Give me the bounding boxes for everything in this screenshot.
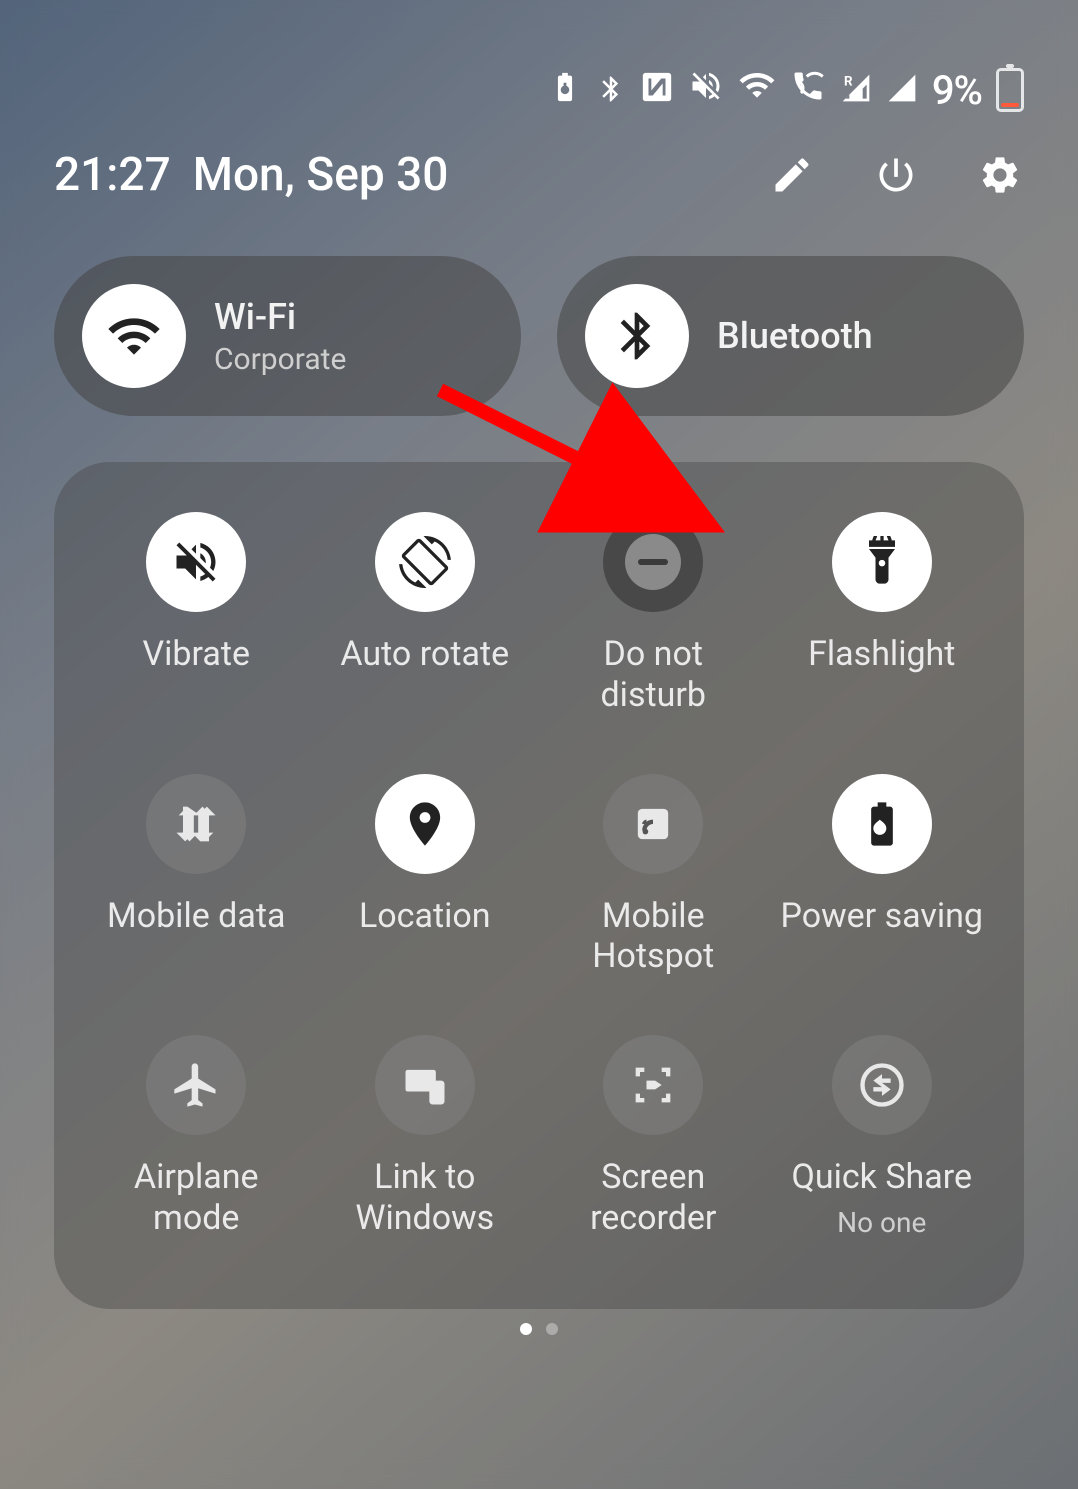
- vowifi-status-icon: [790, 67, 826, 114]
- bluetooth-title: Bluetooth: [717, 315, 873, 357]
- battery-percent: 9%: [932, 67, 982, 114]
- bluetooth-tile[interactable]: Bluetooth: [557, 256, 1024, 416]
- page-indicator[interactable]: [54, 1323, 1024, 1335]
- vibrate-tile[interactable]: Vibrate: [82, 512, 311, 716]
- vibrate-icon: [146, 512, 246, 612]
- wifi-tile[interactable]: Wi-Fi Corporate: [54, 256, 521, 416]
- dnd-label: Do not disturb: [548, 634, 758, 716]
- link-windows-icon: [375, 1035, 475, 1135]
- bluetooth-status-icon: [596, 67, 626, 114]
- dnd-icon: [603, 512, 703, 612]
- wifi-title: Wi-Fi: [214, 296, 346, 338]
- mobile-data-icon: [146, 774, 246, 874]
- bluetooth-icon: [585, 284, 689, 388]
- edit-button[interactable]: [768, 151, 816, 199]
- clock-date: Mon, Sep 30: [193, 148, 449, 202]
- flashlight-tile[interactable]: Flashlight: [768, 512, 997, 716]
- airplane-label: Airplane mode: [91, 1157, 301, 1239]
- signal-status-icon: [886, 67, 918, 114]
- mobile-hotspot-label: Mobile Hotspot: [548, 896, 758, 978]
- signal-r-status-icon: R: [840, 67, 872, 114]
- power-saving-label: Power saving: [780, 896, 983, 937]
- airplane-icon: [146, 1035, 246, 1135]
- power-saving-icon: [832, 774, 932, 874]
- quick-share-icon: [832, 1035, 932, 1135]
- dnd-tile[interactable]: Do not disturb: [539, 512, 768, 716]
- panel-header: 21:27 Mon, Sep 30: [54, 148, 1024, 202]
- wifi-icon: [82, 284, 186, 388]
- datetime: 21:27 Mon, Sep 30: [54, 148, 448, 202]
- mobile-data-label: Mobile data: [107, 896, 285, 937]
- page-dot-2: [546, 1323, 558, 1335]
- quick-share-sub: No one: [837, 1206, 926, 1239]
- battery-icon: [996, 68, 1024, 112]
- screen-recorder-tile[interactable]: Screen recorder: [539, 1035, 768, 1239]
- clock-time: 21:27: [54, 148, 171, 202]
- auto-rotate-icon: [375, 512, 475, 612]
- settings-button[interactable]: [976, 151, 1024, 199]
- quick-share-label: Quick Share: [791, 1157, 972, 1198]
- power-saving-tile[interactable]: Power saving: [768, 774, 997, 978]
- auto-rotate-tile[interactable]: Auto rotate: [311, 512, 540, 716]
- wifi-subtitle: Corporate: [214, 342, 346, 377]
- screen-recorder-icon: [603, 1035, 703, 1135]
- svg-text:R: R: [844, 74, 853, 89]
- wifi-status-icon: [738, 66, 776, 114]
- location-tile[interactable]: Location: [311, 774, 540, 978]
- power-button[interactable]: [872, 151, 920, 199]
- vibrate-label: Vibrate: [142, 634, 250, 675]
- page-dot-1: [520, 1323, 532, 1335]
- mobile-data-tile[interactable]: Mobile data: [82, 774, 311, 978]
- mobile-hotspot-icon: [603, 774, 703, 874]
- vibrate-status-icon: [688, 67, 724, 114]
- mobile-hotspot-tile[interactable]: Mobile Hotspot: [539, 774, 768, 978]
- nfc-status-icon: [640, 67, 674, 114]
- leaf-battery-icon: [548, 67, 582, 114]
- auto-rotate-label: Auto rotate: [340, 634, 509, 675]
- flashlight-icon: [832, 512, 932, 612]
- link-windows-tile[interactable]: Link to Windows: [311, 1035, 540, 1239]
- location-icon: [375, 774, 475, 874]
- quick-settings-grid: Vibrate Auto rotate Do not disturb Flash…: [54, 462, 1024, 1309]
- status-bar: R 9%: [54, 0, 1024, 120]
- link-windows-label: Link to Windows: [320, 1157, 530, 1239]
- quick-share-tile[interactable]: Quick Share No one: [768, 1035, 997, 1239]
- airplane-mode-tile[interactable]: Airplane mode: [82, 1035, 311, 1239]
- flashlight-label: Flashlight: [808, 634, 955, 675]
- location-label: Location: [359, 896, 491, 937]
- screen-recorder-label: Screen recorder: [548, 1157, 758, 1239]
